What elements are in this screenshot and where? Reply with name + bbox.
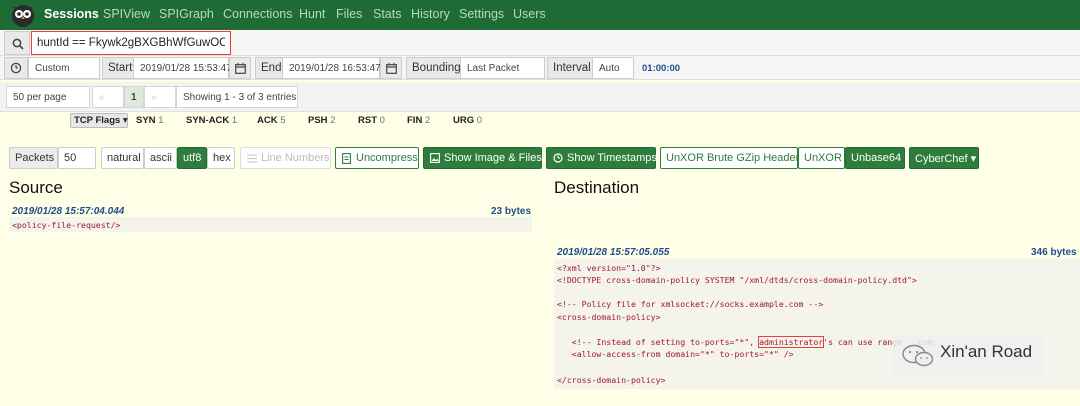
destination-line-7: </cross-domain-policy> <box>557 375 666 385</box>
search-icon <box>12 38 24 50</box>
unxor-button[interactable]: UnXOR <box>798 147 845 169</box>
uncompress-button[interactable]: Uncompress <box>335 147 419 169</box>
end-time-input[interactable]: 2019/01/28 16:53:47 <box>282 57 381 79</box>
destination-line-3: <!-- Policy file for xmlsocket://socks.e… <box>557 299 824 309</box>
page-1-button[interactable]: 1 <box>124 86 144 108</box>
source-bytes: 23 bytes <box>491 206 532 217</box>
start-calendar-button[interactable] <box>229 57 251 79</box>
flag-fin: FIN 2 <box>407 115 431 126</box>
ascii-button[interactable]: ascii <box>144 147 177 169</box>
nav-settings[interactable]: Settings <box>459 7 504 21</box>
nav-connections[interactable]: Connections <box>223 7 293 21</box>
natural-button[interactable]: natural <box>101 147 144 169</box>
next-page-button[interactable]: » <box>144 86 176 108</box>
source-line: <policy-file-request/> <box>12 220 121 230</box>
nav-hunt[interactable]: Hunt <box>299 7 325 21</box>
time-range-addon <box>4 57 28 79</box>
search-bar <box>0 30 1080 56</box>
unbase64-button[interactable]: Unbase64 <box>845 147 905 169</box>
clock-icon <box>553 153 563 163</box>
showing-entries: Showing 1 - 3 of 3 entries <box>176 86 298 108</box>
file-icon <box>342 153 351 164</box>
interval-label: Interval <box>547 57 597 79</box>
highlight-administrator: administrator <box>758 336 825 348</box>
prev-page-button[interactable]: « <box>92 86 124 108</box>
search-addon[interactable] <box>4 31 30 55</box>
paging-bar: 50 per page « 1 » Showing 1 - 3 of 3 ent… <box>0 82 1080 112</box>
packets-input[interactable]: 50 <box>58 147 96 169</box>
wechat-icon <box>902 344 934 367</box>
destination-line-2: <!DOCTYPE cross-domain-policy SYSTEM "/x… <box>557 275 917 285</box>
show-image-files-button[interactable]: Show Image & Files <box>423 147 542 169</box>
source-title: Source <box>9 178 63 197</box>
time-range-select[interactable]: Custom <box>28 57 100 79</box>
nav-stats[interactable]: Stats <box>373 7 402 21</box>
calendar-icon <box>386 63 397 74</box>
cyberchef-dropdown[interactable]: CyberChef ▾ <box>909 147 979 169</box>
nav-users[interactable]: Users <box>513 7 546 21</box>
flag-psh: PSH 2 <box>308 115 336 126</box>
per-page-select[interactable]: 50 per page <box>6 86 90 108</box>
bounding-select[interactable]: Last Packet <box>460 57 545 79</box>
nav-spigraph[interactable]: SPIGraph <box>159 7 214 21</box>
nav-files[interactable]: Files <box>336 7 362 21</box>
list-icon <box>247 154 257 163</box>
packets-label: Packets <box>9 147 58 169</box>
line-numbers-button[interactable]: Line Numbers <box>240 147 331 169</box>
line-numbers-label: Line Numbers <box>261 152 330 164</box>
flag-rst: RST 0 <box>358 115 385 126</box>
destination-timestamp: 2019/01/28 15:57:05.055 <box>557 247 670 258</box>
search-input[interactable] <box>31 31 231 55</box>
flag-urg: URG 0 <box>453 115 483 126</box>
top-nav: Sessions SPIView SPIGraph Connections Hu… <box>0 0 1080 30</box>
utf8-button[interactable]: utf8 <box>177 147 207 169</box>
flag-syn-ack: SYN-ACK 1 <box>186 115 238 126</box>
show-timestamps-button[interactable]: Show Timestamps <box>546 147 657 169</box>
nav-spiview[interactable]: SPIView <box>103 7 150 21</box>
flag-syn: SYN 1 <box>136 115 164 126</box>
time-duration: 01:00:00 <box>642 63 681 74</box>
nav-history[interactable]: History <box>411 7 450 21</box>
end-calendar-button[interactable] <box>380 57 402 79</box>
image-icon <box>430 153 440 163</box>
time-range-bar: Custom Start 2019/01/28 15:53:47 End 201… <box>0 56 1080 80</box>
show-timestamps-label: Show Timestamps <box>567 152 657 164</box>
bounding-label: Bounding <box>406 57 467 79</box>
uncompress-label: Uncompress <box>356 152 418 164</box>
source-timestamp: 2019/01/28 15:57:04.044 <box>12 206 125 217</box>
start-time-input[interactable]: 2019/01/28 15:53:47 <box>133 57 232 79</box>
destination-line-6: <allow-access-from domain="*" to-ports="… <box>557 349 794 359</box>
calendar-icon <box>235 63 246 74</box>
destination-title: Destination <box>554 178 640 197</box>
show-image-files-label: Show Image & Files <box>444 152 542 164</box>
destination-line-5: <!-- Instead of setting to-ports="*", ad… <box>557 336 903 348</box>
unxor-brute-gzip-button[interactable]: UnXOR Brute GZip Header <box>660 147 799 169</box>
destination-line-1: <?xml version="1.0"?> <box>557 263 661 273</box>
interval-select[interactable]: Auto <box>592 57 634 79</box>
clock-icon <box>10 62 22 74</box>
flag-ack: ACK 5 <box>257 115 286 126</box>
owl-logo-icon[interactable] <box>10 2 36 28</box>
tcp-flags-button[interactable]: TCP Flags ▾ <box>70 113 128 128</box>
nav-sessions[interactable]: Sessions <box>44 7 99 21</box>
destination-line-4: <cross-domain-policy> <box>557 312 661 322</box>
destination-bytes: 346 bytes <box>1031 247 1077 258</box>
watermark-text: Xin'an Road <box>940 342 1033 361</box>
hex-button[interactable]: hex <box>207 147 235 169</box>
